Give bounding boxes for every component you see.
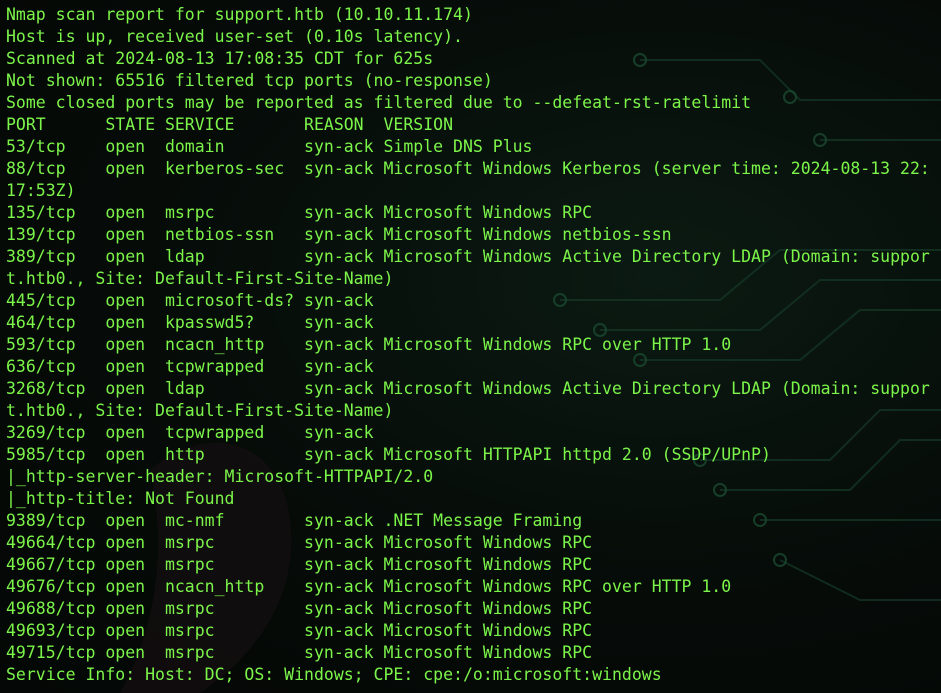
output-line: Scanned at 2024-08-13 17:08:35 CDT for 6… (6, 49, 434, 68)
port-row: 49693/tcp open msrpc syn-ack Microsoft W… (6, 621, 593, 640)
port-row: 445/tcp open microsoft-ds? syn-ack (6, 291, 374, 310)
output-line: Some closed ports may be reported as fil… (6, 93, 752, 112)
port-row: 636/tcp open tcpwrapped syn-ack (6, 357, 374, 376)
port-row: 389/tcp open ldap syn-ack Microsoft Wind… (6, 247, 930, 266)
port-row: 464/tcp open kpasswd5? syn-ack (6, 313, 374, 332)
port-row: 49688/tcp open msrpc syn-ack Microsoft W… (6, 599, 593, 618)
port-row: 49715/tcp open msrpc syn-ack Microsoft W… (6, 643, 593, 662)
port-row: 49664/tcp open msrpc syn-ack Microsoft W… (6, 533, 593, 552)
output-line: Not shown: 65516 filtered tcp ports (no-… (6, 71, 493, 90)
port-row: 5985/tcp open http syn-ack Microsoft HTT… (6, 445, 771, 464)
port-row: 3268/tcp open ldap syn-ack Microsoft Win… (6, 379, 930, 398)
port-row: 139/tcp open netbios-ssn syn-ack Microso… (6, 225, 672, 244)
port-row-wrap: t.htb0., Site: Default-First-Site-Name) (6, 401, 394, 420)
port-row: 49676/tcp open ncacn_http syn-ack Micros… (6, 577, 732, 596)
script-output-line: |_http-server-header: Microsoft-HTTPAPI/… (6, 467, 434, 486)
script-output-line: |_http-title: Not Found (6, 489, 235, 508)
table-header: PORT STATE SERVICE REASON VERSION (6, 115, 454, 134)
terminal-window[interactable]: Nmap scan report for support.htb (10.10.… (0, 0, 941, 693)
output-line: Nmap scan report for support.htb (10.10.… (6, 5, 473, 24)
port-row: 135/tcp open msrpc syn-ack Microsoft Win… (6, 203, 593, 222)
port-row: 9389/tcp open mc-nmf syn-ack .NET Messag… (6, 511, 583, 530)
output-line: Host is up, received user-set (0.10s lat… (6, 27, 463, 46)
port-row-wrap: 17:53Z) (6, 181, 76, 200)
service-info-line: Service Info: Host: DC; OS: Windows; CPE… (6, 665, 662, 684)
port-row: 53/tcp open domain syn-ack Simple DNS Pl… (6, 137, 533, 156)
port-row: 3269/tcp open tcpwrapped syn-ack (6, 423, 374, 442)
port-row-wrap: t.htb0., Site: Default-First-Site-Name) (6, 269, 394, 288)
port-row: 593/tcp open ncacn_http syn-ack Microsof… (6, 335, 732, 354)
port-row: 49667/tcp open msrpc syn-ack Microsoft W… (6, 555, 593, 574)
terminal-output: Nmap scan report for support.htb (10.10.… (6, 4, 930, 686)
port-row: 88/tcp open kerberos-sec syn-ack Microso… (6, 159, 930, 178)
